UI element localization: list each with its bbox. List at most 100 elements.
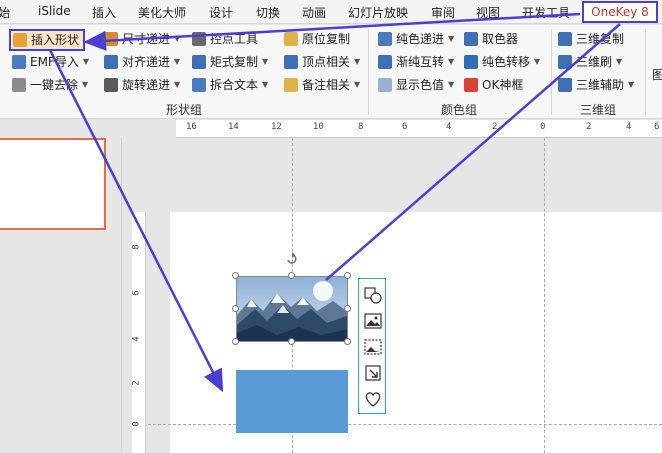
show-color-value-label: 显示色值 (396, 78, 445, 92)
tab-meihua[interactable]: 美化大师 (138, 4, 186, 21)
3d-brush-icon (558, 55, 572, 69)
vertex-button[interactable]: 顶点相关 ▼ (284, 52, 360, 72)
horizontal-guide[interactable] (148, 424, 662, 425)
ruler-tick: 4 (626, 122, 632, 132)
mountain-image[interactable] (236, 276, 348, 342)
resize-icon[interactable] (363, 363, 383, 383)
insert-shape-button[interactable]: 插入形状 (9, 29, 86, 51)
vertical-ruler[interactable]: 8 6 4 2 0 (132, 212, 146, 453)
resize-handle[interactable] (288, 272, 295, 279)
ruler-tick: 2 (492, 122, 498, 132)
eraser-icon (12, 78, 26, 92)
solid-color-step-button[interactable]: 纯色递进 ▼ (378, 29, 454, 49)
vertex-label: 顶点相关 (302, 55, 351, 69)
tab-islide[interactable]: iSlide (38, 4, 71, 18)
floating-toolbar (358, 278, 386, 414)
one-click-remove-label: 一键去除 (30, 78, 79, 92)
3d-brush-button[interactable]: 三维刷 ▼ (558, 52, 622, 72)
tab-slideshow[interactable]: 幻灯片放映 (348, 4, 408, 21)
ribbon: 插入形状 EMF导入 ▼ 一键去除 ▼ 尺寸递进 ▼ 对齐递进 ▼ 旋转递进 ▼ (0, 25, 662, 119)
menu-bar: 始 iSlide 插入 美化大师 设计 切换 动画 幻灯片放映 审阅 视图 开发… (0, 0, 662, 24)
gradient-convert-button[interactable]: 渐纯互转 ▼ (378, 52, 454, 72)
3d-copy-icon (558, 32, 572, 46)
size-step-button[interactable]: 尺寸递进 ▼ (104, 29, 180, 49)
split-text-button[interactable]: 拆合文本 ▼ (192, 75, 268, 95)
ruler-tick: 6 (402, 122, 408, 132)
chevron-down-icon: ▼ (262, 57, 269, 66)
mountain-picture (237, 277, 347, 341)
notes-button[interactable]: 备注相关 ▼ (284, 75, 360, 95)
align-step-button[interactable]: 对齐递进 ▼ (104, 52, 180, 72)
rotate-step-button[interactable]: 旋转递进 ▼ (104, 75, 180, 95)
group-divider (551, 29, 552, 115)
show-color-value-button[interactable]: 显示色值 ▼ (378, 75, 454, 95)
matrix-copy-button[interactable]: 矩式复制 ▼ (192, 52, 268, 72)
tab-animation[interactable]: 动画 (302, 4, 326, 21)
in-place-copy-button[interactable]: 原位复制 (284, 29, 350, 49)
ruler-tick: 8 (131, 244, 142, 250)
insert-shape-label: 插入形状 (31, 33, 80, 47)
rgb-icon (378, 78, 392, 92)
resize-handle[interactable] (344, 272, 351, 279)
shape-icon[interactable] (363, 285, 383, 305)
emf-import-button[interactable]: EMF导入 ▼ (12, 52, 89, 72)
tab-view[interactable]: 视图 (476, 4, 500, 21)
resize-handle[interactable] (344, 338, 351, 345)
tab-developer[interactable]: 开发工具 (522, 4, 570, 21)
3d-copy-label: 三维复制 (576, 32, 625, 46)
rotate-handle-icon[interactable] (285, 252, 299, 266)
vertical-guide[interactable] (544, 138, 545, 453)
ruler-tick: 10 (313, 122, 324, 132)
ruler-tick: 4 (446, 122, 452, 132)
color-picker-button[interactable]: 取色器 (464, 29, 518, 49)
ruler-tick: 14 (228, 122, 239, 132)
ruler-tick: 12 (271, 122, 282, 132)
slide-thumbnail[interactable] (0, 138, 106, 230)
tab-transition[interactable]: 切换 (256, 4, 280, 21)
ruler-tick: 8 (358, 122, 364, 132)
rotate-step-icon (104, 78, 118, 92)
tab-review[interactable]: 审阅 (431, 4, 455, 21)
resize-handle[interactable] (288, 338, 295, 345)
partial-ribbon-item[interactable]: 图 (652, 65, 662, 85)
blue-rectangle-shape[interactable] (236, 370, 348, 433)
partial-ribbon-label: 图 (652, 68, 662, 82)
ruler-tick: 0 (540, 122, 546, 132)
chevron-down-icon: ▼ (174, 34, 181, 43)
notes-label: 备注相关 (302, 78, 351, 92)
color-transfer-button[interactable]: 纯色转移 ▼ (464, 52, 540, 72)
emf-import-label: EMF导入 (30, 55, 79, 69)
ruler-tick: 6 (131, 290, 142, 296)
tab-design[interactable]: 设计 (209, 4, 233, 21)
resize-handle[interactable] (232, 338, 239, 345)
3d-assist-button[interactable]: 三维辅助 ▼ (558, 75, 634, 95)
tab-onekey[interactable]: OneKey 8 (582, 1, 658, 23)
image-icon[interactable] (363, 311, 383, 331)
ok-frame-button[interactable]: OK神框 (464, 75, 523, 95)
3d-copy-button[interactable]: 三维复制 (558, 29, 624, 49)
chevron-down-icon: ▼ (448, 34, 455, 43)
in-place-copy-icon (284, 32, 298, 46)
chevron-down-icon: ▼ (448, 80, 455, 89)
resize-handle[interactable] (344, 305, 351, 312)
color-group-label: 颜色组 (441, 103, 478, 117)
app-window: 始 iSlide 插入 美化大师 设计 切换 动画 幻灯片放映 审阅 视图 开发… (0, 0, 662, 453)
3d-assist-icon (558, 78, 572, 92)
group-divider (645, 29, 646, 115)
color-transfer-label: 纯色转移 (482, 55, 531, 69)
resize-handle[interactable] (232, 272, 239, 279)
chevron-down-icon: ▼ (448, 57, 455, 66)
one-click-remove-button[interactable]: 一键去除 ▼ (12, 75, 88, 95)
tab-home[interactable]: 始 (0, 4, 10, 21)
ruler-tick: 2 (586, 122, 592, 132)
handle-tool-icon (192, 32, 206, 46)
resize-handle[interactable] (232, 305, 239, 312)
crop-image-icon[interactable] (363, 337, 383, 357)
align-step-icon (104, 55, 118, 69)
tab-insert[interactable]: 插入 (92, 4, 116, 21)
3d-group-label: 三维组 (580, 103, 617, 117)
emf-icon (12, 55, 26, 69)
handle-tool-button[interactable]: 控点工具 (192, 29, 258, 49)
horizontal-ruler[interactable]: 16 14 12 10 8 6 4 2 0 2 4 6 (176, 120, 662, 138)
heart-icon[interactable] (363, 389, 383, 409)
